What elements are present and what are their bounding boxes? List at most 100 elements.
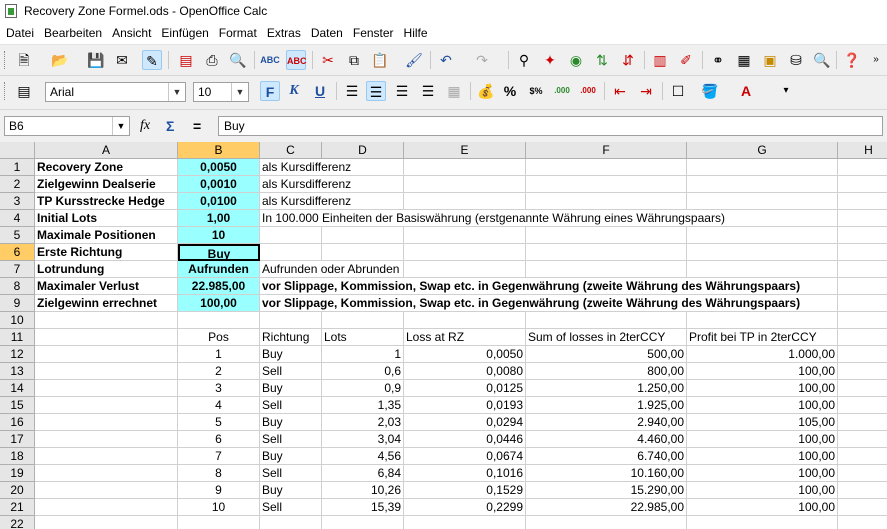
table-cell[interactable]: 22.985,00: [526, 499, 687, 516]
row-header-7[interactable]: 7: [0, 261, 35, 278]
font-color-icon[interactable]: A: [736, 81, 756, 101]
menu-datei[interactable]: Datei: [1, 22, 39, 44]
table-cell[interactable]: 4.460,00: [526, 431, 687, 448]
empty-cell[interactable]: [35, 329, 178, 346]
active-cell[interactable]: Buy: [178, 244, 260, 261]
empty-cell[interactable]: [838, 363, 887, 380]
sort-descending-icon[interactable]: ⇵: [618, 50, 638, 70]
find-replace-icon[interactable]: ⚭: [708, 50, 728, 70]
percent-format-button[interactable]: %: [500, 81, 520, 101]
toolbar-overflow-icon[interactable]: ▾: [776, 81, 796, 101]
cut-icon[interactable]: ✂: [318, 50, 338, 70]
param-label[interactable]: Initial Lots: [35, 210, 178, 227]
column-header-H[interactable]: H: [838, 142, 887, 159]
format-paintbrush-icon[interactable]: 🖌: [404, 50, 424, 70]
empty-cell[interactable]: [260, 516, 322, 529]
param-value[interactable]: 0,0050: [178, 159, 260, 176]
empty-cell[interactable]: [404, 312, 526, 329]
table-cell[interactable]: 1.250,00: [526, 380, 687, 397]
param-label[interactable]: Maximaler Verlust: [35, 278, 178, 295]
toolbar-grip[interactable]: [4, 82, 8, 100]
table-cell[interactable]: Sell: [260, 431, 322, 448]
table-cell[interactable]: 1,35: [322, 397, 404, 414]
empty-cell[interactable]: [838, 414, 887, 431]
column-header-A[interactable]: A: [35, 142, 178, 159]
table-cell[interactable]: Sell: [260, 363, 322, 380]
table-header[interactable]: Profit bei TP in 2terCCY: [687, 329, 838, 346]
chevron-down-icon[interactable]: ▼: [231, 83, 248, 101]
table-cell[interactable]: 0,1016: [404, 465, 526, 482]
empty-cell[interactable]: [260, 312, 322, 329]
toolbar-grip[interactable]: [4, 51, 8, 69]
delete-decimal-button[interactable]: .000: [578, 81, 598, 101]
sum-icon[interactable]: Σ: [166, 116, 174, 136]
paste-icon[interactable]: 📋: [370, 50, 390, 70]
currency-format-icon[interactable]: 💰: [476, 81, 496, 101]
borders-icon[interactable]: ☐: [668, 81, 688, 101]
empty-cell[interactable]: [838, 261, 887, 278]
table-cell[interactable]: 2: [178, 363, 260, 380]
row-header-18[interactable]: 18: [0, 448, 35, 465]
empty-cell[interactable]: [838, 380, 887, 397]
row-header-1[interactable]: 1: [0, 159, 35, 176]
toolbar-overflow-icon[interactable]: »: [866, 50, 886, 70]
menu-daten[interactable]: Daten: [306, 22, 348, 44]
undo-icon[interactable]: ↶: [436, 50, 456, 70]
italic-button[interactable]: K: [284, 81, 304, 101]
table-cell[interactable]: 800,00: [526, 363, 687, 380]
row-header-22[interactable]: 22: [0, 516, 35, 529]
chevron-down-icon[interactable]: ▼: [168, 83, 185, 101]
empty-cell[interactable]: [178, 516, 260, 529]
param-label[interactable]: Maximale Positionen: [35, 227, 178, 244]
table-cell[interactable]: 9: [178, 482, 260, 499]
empty-cell[interactable]: [35, 397, 178, 414]
table-cell[interactable]: Buy: [260, 380, 322, 397]
navigator-panel-icon[interactable]: ▣: [760, 50, 780, 70]
column-header-C[interactable]: C: [260, 142, 322, 159]
auto-spellcheck-icon[interactable]: ABC: [286, 50, 307, 70]
empty-cell[interactable]: [838, 312, 887, 329]
styles-formatting-icon[interactable]: ▤: [14, 81, 34, 101]
param-value[interactable]: 10: [178, 227, 260, 244]
param-label[interactable]: Recovery Zone: [35, 159, 178, 176]
spellcheck-icon[interactable]: ABC: [260, 50, 280, 70]
column-header-D[interactable]: D: [322, 142, 404, 159]
standard-format-button[interactable]: $%: [526, 81, 546, 101]
print-preview-icon[interactable]: 🔍: [228, 50, 248, 70]
column-header-B[interactable]: B: [178, 142, 260, 159]
table-cell[interactable]: 4: [178, 397, 260, 414]
row-header-8[interactable]: 8: [0, 278, 35, 295]
empty-cell[interactable]: [526, 227, 687, 244]
table-cell[interactable]: 0,0125: [404, 380, 526, 397]
empty-cell[interactable]: [838, 448, 887, 465]
empty-cell[interactable]: [35, 448, 178, 465]
table-cell[interactable]: Sell: [260, 499, 322, 516]
row-header-3[interactable]: 3: [0, 193, 35, 210]
menu-format[interactable]: Format: [214, 22, 262, 44]
param-note[interactable]: vor Slippage, Kommission, Swap etc. in G…: [260, 295, 803, 311]
font-name-dropdown[interactable]: Arial ▼: [45, 82, 186, 102]
empty-cell[interactable]: [838, 346, 887, 363]
align-center-icon[interactable]: ☰: [366, 81, 386, 101]
empty-cell[interactable]: [687, 516, 838, 529]
table-cell[interactable]: 15,39: [322, 499, 404, 516]
table-header[interactable]: Richtung: [260, 329, 322, 346]
print-icon[interactable]: ⎙: [202, 50, 222, 70]
chevron-down-icon[interactable]: ▼: [112, 117, 129, 135]
table-cell[interactable]: 105,00: [687, 414, 838, 431]
background-color-icon[interactable]: 🪣: [700, 81, 720, 101]
table-cell[interactable]: 1: [322, 346, 404, 363]
param-note[interactable]: als Kursdifferenz: [260, 176, 354, 192]
copy-icon[interactable]: ⧉: [344, 50, 364, 70]
empty-cell[interactable]: [838, 499, 887, 516]
empty-cell[interactable]: [322, 312, 404, 329]
empty-cell[interactable]: [35, 516, 178, 529]
function-wizard-icon[interactable]: fx: [140, 116, 150, 136]
empty-cell[interactable]: [838, 210, 887, 227]
spreadsheet-grid[interactable]: A B C D E F G H 1 2 3 4 5 6 7 8 9 10 11 12 13 14 15 16 17 18 19 20 2…: [0, 142, 887, 529]
table-cell[interactable]: 1.925,00: [526, 397, 687, 414]
empty-cell[interactable]: [838, 431, 887, 448]
row-header-10[interactable]: 10: [0, 312, 35, 329]
row-header-13[interactable]: 13: [0, 363, 35, 380]
param-note[interactable]: als Kursdifferenz: [260, 193, 354, 209]
